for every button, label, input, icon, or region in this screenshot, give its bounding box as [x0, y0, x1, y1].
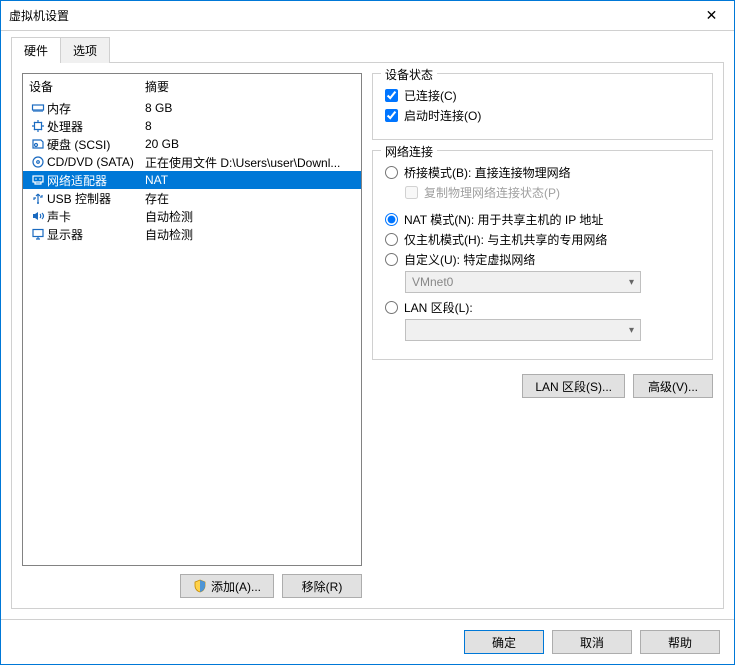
- replicate-label: 复制物理网络连接状态(P): [424, 184, 560, 201]
- footer: 确定 取消 帮助: [1, 619, 734, 664]
- nat-radio-row[interactable]: NAT 模式(N): 用于共享主机的 IP 地址: [385, 211, 700, 228]
- device-status-fieldset: 设备状态 已连接(C) 启动时连接(O): [372, 73, 713, 140]
- device-row[interactable]: 声卡 自动检测: [23, 207, 361, 225]
- ok-button[interactable]: 确定: [464, 630, 544, 654]
- cpu-icon: [29, 119, 47, 133]
- usb-icon: [29, 191, 47, 205]
- tab-panel-hardware: 设备 摘要 内存 8 GB 处理器 8 硬盘 (SCSI) 20 GB CD/D…: [11, 62, 724, 609]
- lanseg-label: LAN 区段(L):: [404, 299, 473, 316]
- device-name: 处理器: [47, 118, 145, 135]
- device-summary: 8: [145, 119, 355, 133]
- device-name: 声卡: [47, 208, 145, 225]
- replicate-checkbox: [405, 186, 418, 199]
- shield-icon: [193, 579, 207, 593]
- lanseg-radio-row[interactable]: LAN 区段(L):: [385, 299, 700, 316]
- device-name: USB 控制器: [47, 190, 145, 207]
- chevron-down-icon: ▾: [629, 325, 634, 336]
- sound-icon: [29, 209, 47, 223]
- network-legend: 网络连接: [381, 143, 437, 160]
- device-row[interactable]: 硬盘 (SCSI) 20 GB: [23, 135, 361, 153]
- bridged-radio-row[interactable]: 桥接模式(B): 直接连接物理网络: [385, 164, 700, 181]
- col-device: 设备: [29, 78, 145, 95]
- bridged-radio[interactable]: [385, 166, 398, 179]
- device-list: 设备 摘要 内存 8 GB 处理器 8 硬盘 (SCSI) 20 GB CD/D…: [22, 73, 362, 566]
- device-list-header: 设备 摘要: [23, 74, 361, 99]
- connected-checkbox[interactable]: [385, 89, 398, 102]
- custom-select: VMnet0 ▾: [405, 271, 641, 293]
- device-name: 网络适配器: [47, 172, 145, 189]
- add-button-label: 添加(A)...: [211, 578, 261, 595]
- close-button[interactable]: ✕: [689, 1, 734, 31]
- device-row[interactable]: 显示器 自动检测: [23, 225, 361, 243]
- device-summary: 20 GB: [145, 137, 355, 151]
- hostonly-radio[interactable]: [385, 233, 398, 246]
- device-name: CD/DVD (SATA): [47, 155, 145, 169]
- nat-radio[interactable]: [385, 213, 398, 226]
- custom-label: 自定义(U): 特定虚拟网络: [404, 251, 535, 268]
- content: 硬件 选项 设备 摘要 内存 8 GB 处理器 8 硬盘 (SCSI) 20 G…: [1, 31, 734, 619]
- device-summary: 8 GB: [145, 101, 355, 115]
- disk-icon: [29, 137, 47, 151]
- help-button[interactable]: 帮助: [640, 630, 720, 654]
- cd-icon: [29, 155, 47, 169]
- network-fieldset: 网络连接 桥接模式(B): 直接连接物理网络 复制物理网络连接状态(P) NAT…: [372, 150, 713, 360]
- device-summary: 自动检测: [145, 226, 355, 243]
- poweron-label: 启动时连接(O): [404, 107, 481, 124]
- net-icon: [29, 173, 47, 187]
- device-summary: NAT: [145, 173, 355, 187]
- tab-options[interactable]: 选项: [60, 37, 110, 63]
- chevron-down-icon: ▾: [629, 277, 634, 288]
- device-row[interactable]: 网络适配器 NAT: [23, 171, 361, 189]
- device-name: 显示器: [47, 226, 145, 243]
- connected-label: 已连接(C): [404, 87, 457, 104]
- device-status-legend: 设备状态: [381, 66, 437, 83]
- tab-hardware[interactable]: 硬件: [11, 37, 61, 63]
- bridged-label: 桥接模式(B): 直接连接物理网络: [404, 164, 571, 181]
- hostonly-radio-row[interactable]: 仅主机模式(H): 与主机共享的专用网络: [385, 231, 700, 248]
- add-button[interactable]: 添加(A)...: [180, 574, 274, 598]
- lanseg-select: ▾: [405, 319, 641, 341]
- device-summary: 存在: [145, 190, 355, 207]
- device-row[interactable]: CD/DVD (SATA) 正在使用文件 D:\Users\user\Downl…: [23, 153, 361, 171]
- nat-label: NAT 模式(N): 用于共享主机的 IP 地址: [404, 211, 603, 228]
- memory-icon: [29, 101, 47, 115]
- replicate-checkbox-row: 复制物理网络连接状态(P): [405, 184, 700, 201]
- cancel-button[interactable]: 取消: [552, 630, 632, 654]
- display-icon: [29, 227, 47, 241]
- titlebar: 虚拟机设置 ✕: [1, 1, 734, 31]
- lanseg-button[interactable]: LAN 区段(S)...: [522, 374, 625, 398]
- custom-radio[interactable]: [385, 253, 398, 266]
- device-row[interactable]: 内存 8 GB: [23, 99, 361, 117]
- hostonly-label: 仅主机模式(H): 与主机共享的专用网络: [404, 231, 607, 248]
- custom-radio-row[interactable]: 自定义(U): 特定虚拟网络: [385, 251, 700, 268]
- custom-select-value: VMnet0: [412, 275, 453, 289]
- connected-checkbox-row[interactable]: 已连接(C): [385, 87, 700, 104]
- device-row[interactable]: USB 控制器 存在: [23, 189, 361, 207]
- remove-button[interactable]: 移除(R): [282, 574, 362, 598]
- col-summary: 摘要: [145, 78, 355, 95]
- poweron-checkbox-row[interactable]: 启动时连接(O): [385, 107, 700, 124]
- tabs: 硬件 选项: [11, 37, 724, 63]
- device-name: 内存: [47, 100, 145, 117]
- window-title: 虚拟机设置: [9, 7, 689, 24]
- poweron-checkbox[interactable]: [385, 109, 398, 122]
- lanseg-radio[interactable]: [385, 301, 398, 314]
- device-summary: 正在使用文件 D:\Users\user\Downl...: [145, 154, 355, 171]
- device-name: 硬盘 (SCSI): [47, 136, 145, 153]
- device-summary: 自动检测: [145, 208, 355, 225]
- device-row[interactable]: 处理器 8: [23, 117, 361, 135]
- advanced-button[interactable]: 高级(V)...: [633, 374, 713, 398]
